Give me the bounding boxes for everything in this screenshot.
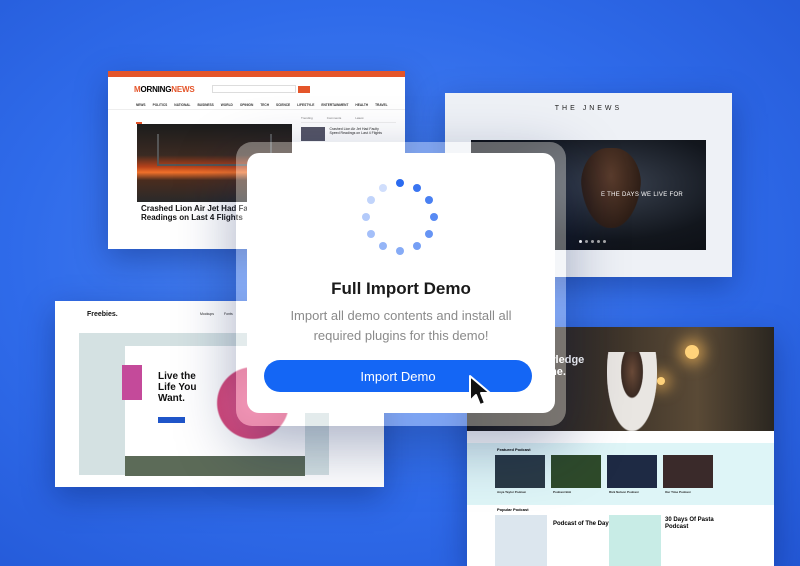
site-logo: Freebies. <box>87 311 118 318</box>
site-logo: MORNINGNEWS <box>134 84 195 94</box>
spinner-dot <box>425 230 434 238</box>
popular-image <box>609 515 661 566</box>
nav-menu: NEWS POLITICS NATIONAL BUSINESS WORLD OPINI… <box>108 101 405 110</box>
spinner-dot <box>366 230 375 238</box>
lamp-light <box>657 377 665 385</box>
mouse-pointer-icon <box>469 375 491 406</box>
featured-thumb <box>551 455 601 488</box>
slide-text: E THE DAYS WE LIVE FOR <box>601 192 684 198</box>
import-demo-modal: Full Import Demo Import all demo content… <box>247 153 555 413</box>
spinner-dot <box>396 247 404 255</box>
popular-title: Podcast of The Day <box>553 521 609 527</box>
spinner-dot <box>430 213 438 221</box>
spinner-dot <box>379 242 387 251</box>
featured-thumb <box>495 455 545 488</box>
sidebar-tabs: Trending Comments Latest <box>301 116 396 123</box>
mockup-photo <box>122 365 142 400</box>
loading-spinner-icon <box>360 177 440 257</box>
featured-title: Our Time Podcast <box>665 490 691 494</box>
spinner-dot <box>379 183 387 192</box>
lamp-light <box>685 345 699 359</box>
spinner-dot <box>425 196 434 204</box>
popular-image <box>495 515 547 566</box>
spinner-dot <box>362 213 370 221</box>
spinner-dot <box>396 179 404 187</box>
featured-label: Featured Podcast <box>497 447 531 452</box>
search-field <box>212 85 297 93</box>
spinner-dot <box>366 196 375 204</box>
featured-title: Anya Taylor Podcast <box>497 490 527 494</box>
modal-title: Full Import Demo <box>331 279 471 298</box>
slider-dots <box>579 240 606 243</box>
featured-section: Featured Podcast Anya Taylor Podcast Pod… <box>467 443 774 505</box>
site-logo: THE JNEWS <box>554 105 623 112</box>
popular-title: 30 Days Of Pasta Podcast <box>665 517 714 530</box>
featured-thumb <box>607 455 657 488</box>
spinner-dot <box>413 183 421 192</box>
featured-thumb <box>663 455 713 488</box>
mockup-hero-text: Live the Life You Want. <box>158 371 197 404</box>
featured-title: Podcast Bob <box>553 490 572 494</box>
sidebar-thumbnail <box>301 127 325 141</box>
nav-menu: Mockups Fonts <box>200 312 233 316</box>
featured-list <box>495 455 713 488</box>
site-header: MORNINGNEWS <box>108 77 405 101</box>
mockup-button <box>158 417 185 423</box>
popular-label: Popular Podcast <box>497 507 529 512</box>
portrait-image <box>581 148 641 228</box>
spinner-dot <box>413 242 421 251</box>
featured-title: Rick Nelson Podcast <box>609 490 639 494</box>
modal-description: Import all demo contents and install all… <box>290 308 512 343</box>
mockup-footer-image <box>125 456 305 476</box>
search-icon <box>298 85 311 93</box>
info-bar <box>467 431 774 443</box>
sidebar-headline: Crashed Lion Air Jet Had Faulty Speed Re… <box>329 127 382 135</box>
host-image <box>607 352 657 431</box>
